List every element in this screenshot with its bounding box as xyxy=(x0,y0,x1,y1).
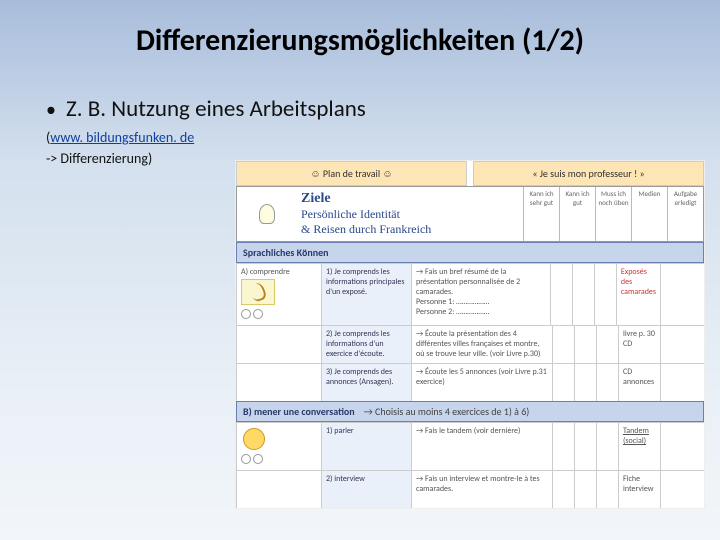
check-cell xyxy=(552,471,574,508)
done-cell xyxy=(660,471,704,508)
col-ueben: Muss ich noch üben xyxy=(595,187,631,241)
done-cell xyxy=(660,364,704,401)
b1-goal: 1) parler xyxy=(321,423,411,470)
smiley-icon xyxy=(241,454,251,464)
smiley-row xyxy=(241,454,263,464)
b1-task: → Fais le tandem (voir dernière) xyxy=(411,423,552,470)
check-cell xyxy=(552,326,574,363)
ear-icon-box xyxy=(241,279,275,305)
b1-media: Tandem (social) xyxy=(618,423,660,470)
ziele-text: Ziele Persönliche Identität & Reisen dur… xyxy=(297,187,523,241)
ziele-columns: Kann ich sehr gut Kann ich gut Muss ich … xyxy=(523,187,703,241)
a3-goal: 3) Je comprends des annonces (Ansagen). xyxy=(321,364,411,401)
table-row: 2) Je comprends les informations d'un ex… xyxy=(236,325,704,363)
check-cell xyxy=(574,423,596,470)
b2-task: → Fais un interview et montre-le à tes c… xyxy=(411,471,552,508)
a1-personne2: Personne 2: ……………… xyxy=(416,307,546,317)
source-line-1: (www. bildungsfunken. de xyxy=(0,127,720,148)
bullet-text: Z. B. Nutzung eines Arbeitsplans xyxy=(66,95,366,123)
table-row: A) comprendre 1) Je comprends les inform… xyxy=(236,263,704,325)
check-cell xyxy=(596,364,618,401)
check-cell xyxy=(550,264,572,325)
a1-task: → Fais un bref résumé de la présentation… xyxy=(411,264,550,325)
done-cell xyxy=(660,423,704,470)
section-sprachliches: Sprachliches Können xyxy=(236,242,704,263)
check-cell xyxy=(596,423,618,470)
lightbulb-icon xyxy=(259,204,275,224)
table-row: 3) Je comprends des annonces (Ansagen). … xyxy=(236,363,704,401)
worksheet-embed: ☺ Plan de travail ☺ « Je suis mon profes… xyxy=(235,160,705,509)
check-cell xyxy=(596,471,618,508)
check-cell xyxy=(574,364,596,401)
table-a: A) comprendre 1) Je comprends les inform… xyxy=(236,263,704,401)
a3-task: → Écoute les 5 annonces (voir Livre p.31… xyxy=(411,364,552,401)
bullet-item: • Z. B. Nutzung eines Arbeitsplans xyxy=(0,77,720,127)
lightbulb-cell xyxy=(237,187,297,241)
smiley-icon xyxy=(253,309,263,319)
section-b: B) mener une conversation → Choisis au m… xyxy=(236,401,704,422)
check-cell xyxy=(574,471,596,508)
smiley-row xyxy=(241,309,263,319)
row-a-label: A) comprendre xyxy=(236,264,321,325)
ziele-line2: & Reisen durch Frankreich xyxy=(301,222,519,237)
a1-media: Exposés des camarades xyxy=(616,264,660,325)
empty-cell xyxy=(236,471,321,508)
check-cell xyxy=(552,364,574,401)
table-b: 1) parler → Fais le tandem (voir dernièr… xyxy=(236,422,704,508)
check-cell xyxy=(596,326,618,363)
check-cell xyxy=(594,264,616,325)
a1-task-line: → Fais un bref résumé de la présentation… xyxy=(416,267,546,297)
col-sehr-gut: Kann ich sehr gut xyxy=(523,187,559,241)
section-b-label: B) mener une conversation xyxy=(243,405,355,418)
ear-icon xyxy=(248,281,267,303)
col-erledigt: Aufgabe erledigt xyxy=(667,187,703,241)
slide-title: Differenzierungsmöglichkeiten (1/2) xyxy=(0,0,720,77)
a1-goal: 1) Je comprends les informations princip… xyxy=(321,264,411,325)
a3-media: CD annonces xyxy=(618,364,660,401)
empty-cell xyxy=(236,326,321,363)
face-icon xyxy=(243,428,265,450)
b2-goal: 2) interview xyxy=(321,471,411,508)
check-cell xyxy=(552,423,574,470)
done-cell xyxy=(660,264,704,325)
check-cell xyxy=(572,264,594,325)
a1-personne1: Personne 1: ……………… xyxy=(416,297,546,307)
table-row: 1) parler → Fais le tandem (voir dernièr… xyxy=(236,422,704,470)
worksheet-header: ☺ Plan de travail ☺ « Je suis mon profes… xyxy=(236,161,704,186)
a2-goal: 2) Je comprends les informations d'un ex… xyxy=(321,326,411,363)
table-row: 2) interview → Fais un interview et mont… xyxy=(236,470,704,508)
b-face-cell xyxy=(236,423,321,470)
col-gut: Kann ich gut xyxy=(559,187,595,241)
b2-media: Fiche interview xyxy=(618,471,660,508)
bullet-dot-icon: • xyxy=(46,98,56,122)
ziele-title: Ziele xyxy=(301,191,519,207)
check-cell xyxy=(574,326,596,363)
smiley-icon xyxy=(241,309,251,319)
empty-cell xyxy=(236,364,321,401)
section-b-sub: → Choisis au moins 4 exercices de 1) à 6… xyxy=(364,405,530,418)
ziele-row: Ziele Persönliche Identität & Reisen dur… xyxy=(236,186,704,242)
a2-task: → Écoute la présentation des 4 différent… xyxy=(411,326,552,363)
a2-media: livre p. 30 CD xyxy=(618,326,660,363)
a-comprendre-label: A) comprendre xyxy=(241,267,317,277)
je-suis-prof-box: « Je suis mon professeur ! » xyxy=(473,161,704,186)
done-cell xyxy=(660,326,704,363)
smiley-icon xyxy=(253,454,263,464)
plan-de-travail-box: ☺ Plan de travail ☺ xyxy=(236,161,467,186)
ziele-line1: Persönliche Identität xyxy=(301,207,519,222)
col-medien: Medien xyxy=(631,187,667,241)
source-link[interactable]: www. bildungsfunken. de xyxy=(50,129,194,146)
